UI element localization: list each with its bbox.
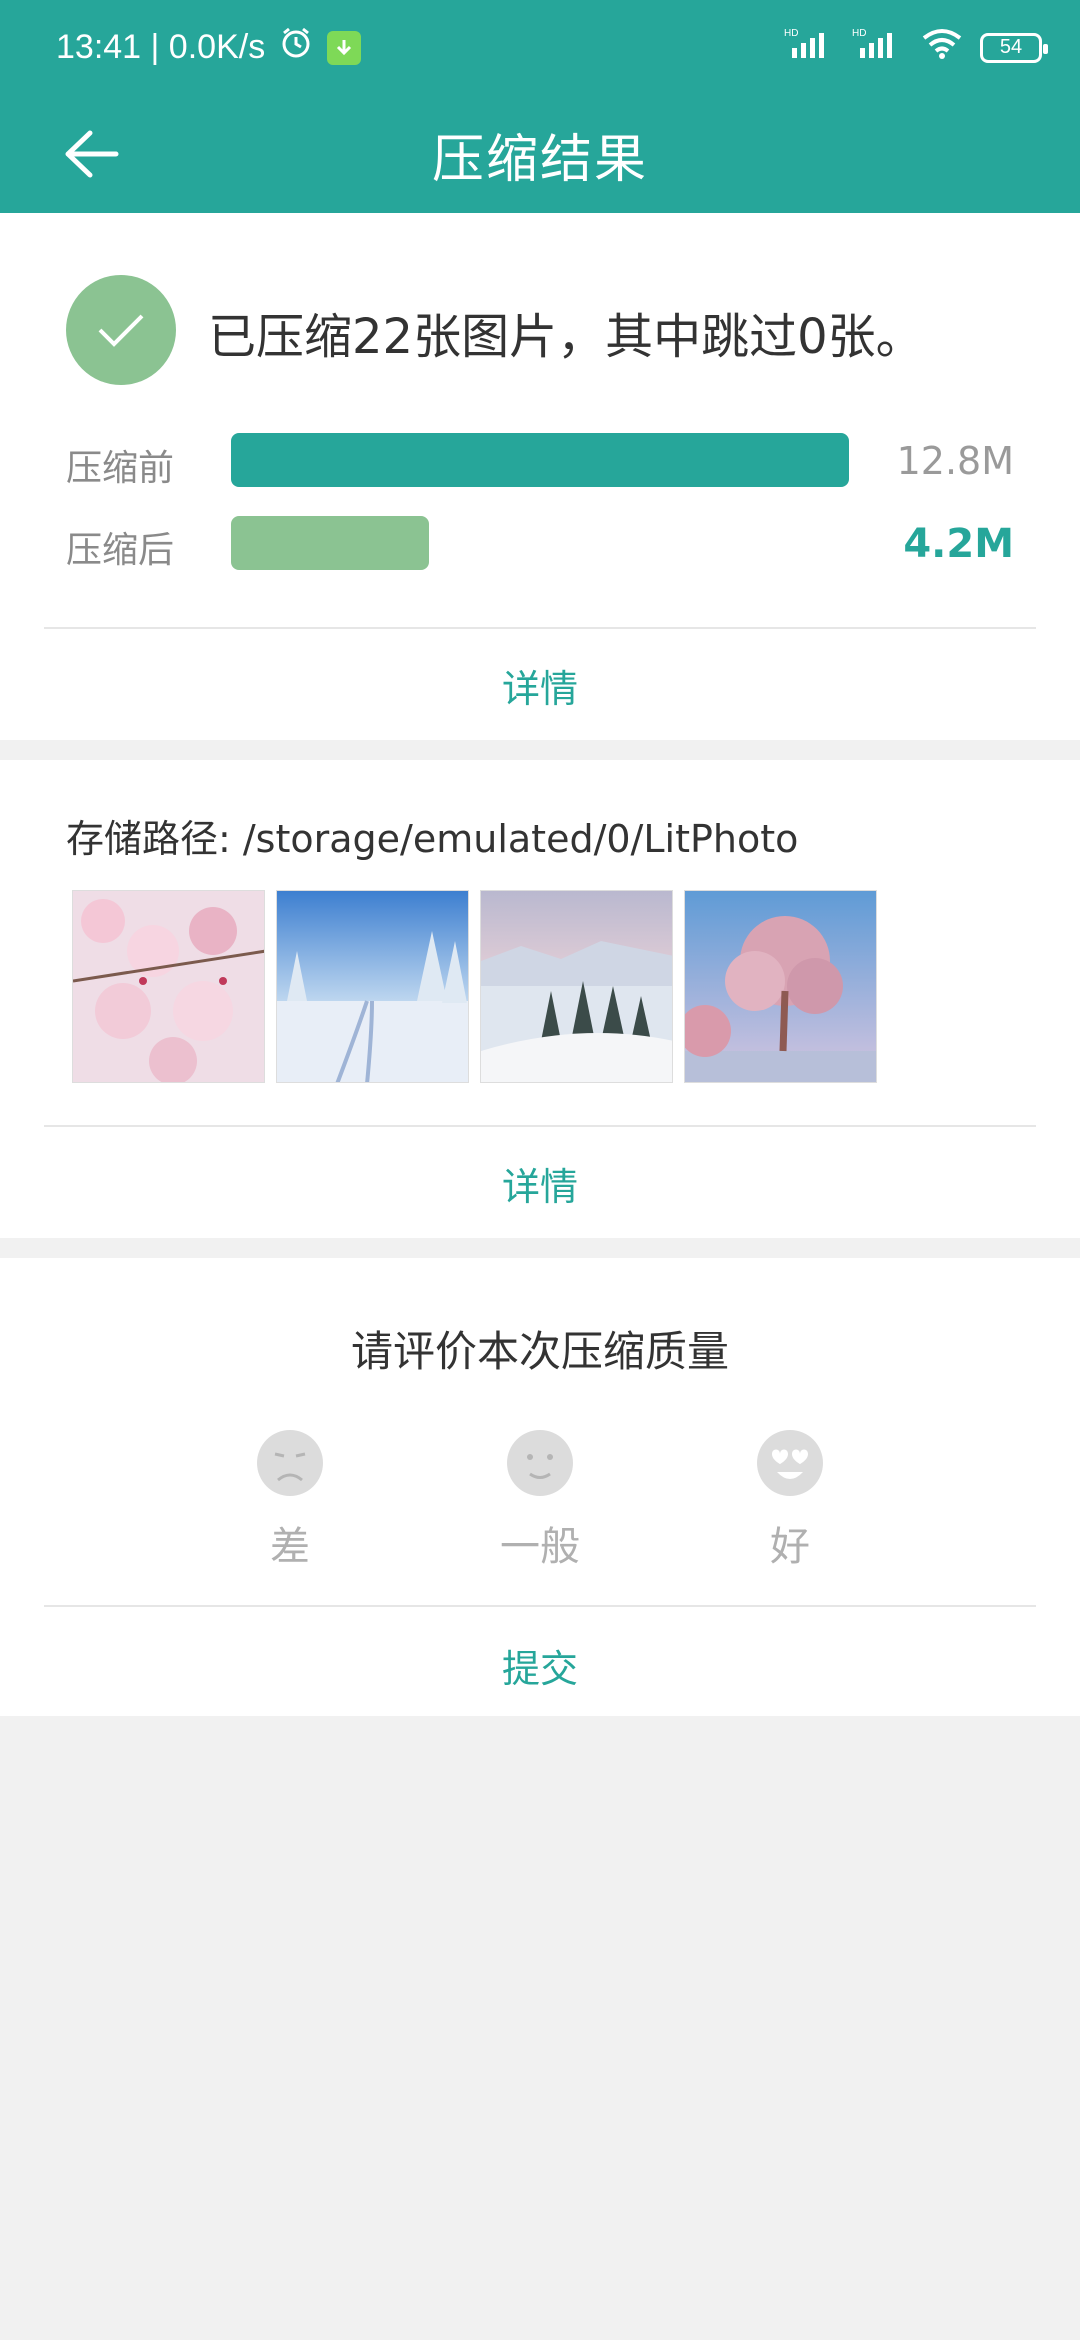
battery-icon: 54 bbox=[980, 32, 1048, 63]
before-label: 压缩前 bbox=[66, 448, 175, 489]
signal-hd-label: HD bbox=[784, 28, 798, 39]
before-size-value: 12.8M bbox=[896, 439, 1014, 483]
compression-summary: 已压缩22张图片，其中跳过0张。 bbox=[208, 309, 924, 365]
wifi-icon bbox=[920, 26, 964, 69]
rating-title: 请评价本次压缩质量 bbox=[350, 1327, 729, 1376]
thumbnail-cherry-blossom[interactable] bbox=[72, 890, 265, 1083]
rating-card: 请评价本次压缩质量 差 一般 好 提交 bbox=[0, 1258, 1080, 1716]
submit-button[interactable]: 提交 bbox=[0, 1638, 1080, 1693]
neutral-face-icon bbox=[507, 1430, 573, 1496]
signal-hd-label-2: HD bbox=[852, 28, 866, 39]
thumbnail-winter-forest[interactable] bbox=[480, 890, 673, 1083]
signal-icon-2: HD bbox=[852, 26, 904, 69]
after-row: 压缩后 bbox=[66, 521, 231, 573]
alarm-icon bbox=[279, 26, 313, 69]
back-arrow-icon[interactable] bbox=[62, 129, 120, 179]
storage-card: 存储路径: /storage/emulated/0/LitPhoto 详情 bbox=[0, 760, 1080, 1238]
storage-path: 存储路径: /storage/emulated/0/LitPhoto bbox=[66, 817, 799, 861]
thumbnail-snowy-road[interactable] bbox=[276, 890, 469, 1083]
compression-result-card: 已压缩22张图片，其中跳过0张。 压缩前 12.8M 压缩后 4.2M 详情 bbox=[0, 213, 1080, 740]
after-label: 压缩后 bbox=[66, 530, 175, 571]
rating-label-bad: 差 bbox=[270, 1524, 310, 1570]
signal-icon: HD bbox=[784, 26, 836, 69]
before-row: 压缩前 bbox=[66, 439, 231, 491]
rating-option-good[interactable]: 好 bbox=[720, 1428, 860, 1572]
thumbnail-strip bbox=[72, 890, 877, 1083]
divider bbox=[44, 1605, 1036, 1607]
thumbnail-pink-tree[interactable] bbox=[684, 890, 877, 1083]
rating-option-normal[interactable]: 一般 bbox=[470, 1428, 610, 1572]
status-bar: 13:41 | 0.0K/s HD HD 54 bbox=[0, 0, 1080, 95]
app-bar: 压缩结果 bbox=[0, 95, 1080, 213]
after-size-value: 4.2M bbox=[903, 521, 1014, 567]
sad-face-icon bbox=[257, 1430, 323, 1496]
result-details-link[interactable]: 详情 bbox=[0, 658, 1080, 713]
rating-option-bad[interactable]: 差 bbox=[220, 1428, 360, 1572]
divider bbox=[44, 1125, 1036, 1127]
before-size-bar bbox=[231, 433, 849, 487]
heart-eyes-face-icon bbox=[757, 1430, 823, 1496]
rating-label-normal: 一般 bbox=[500, 1524, 580, 1570]
rating-label-good: 好 bbox=[770, 1524, 810, 1570]
after-size-bar bbox=[231, 516, 429, 570]
status-time: 13:41 | 0.0K/s bbox=[56, 28, 266, 66]
divider bbox=[44, 627, 1036, 629]
download-icon bbox=[327, 30, 362, 65]
storage-details-link[interactable]: 详情 bbox=[0, 1156, 1080, 1211]
success-check-icon bbox=[66, 275, 176, 385]
battery-level: 54 bbox=[999, 36, 1023, 58]
page-title: 压缩结果 bbox=[431, 129, 648, 190]
